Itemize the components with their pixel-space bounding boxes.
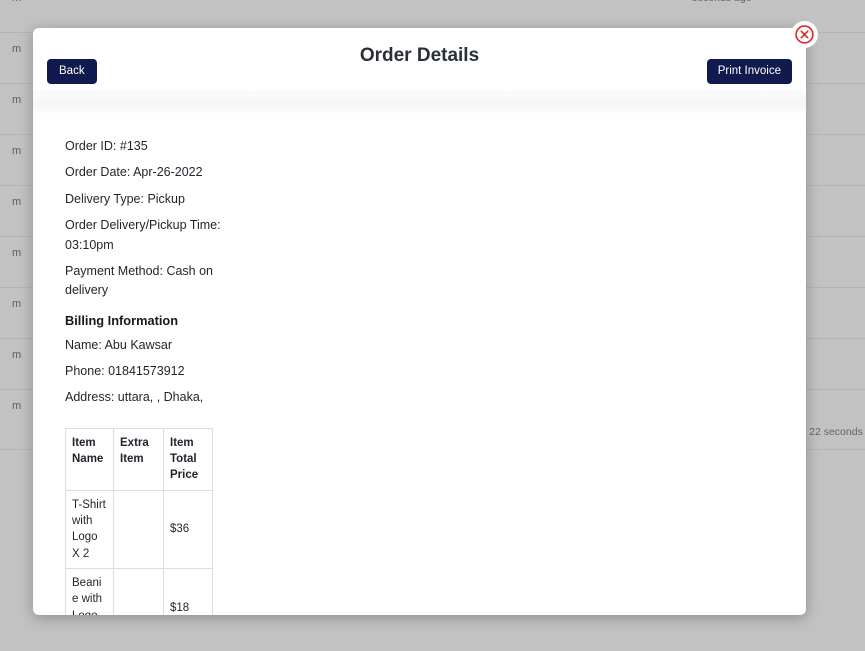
billing-address-line: Address: uttara, , Dhaka, bbox=[65, 388, 255, 407]
order-details-dialog: Order Details Back Print Invoice Order I… bbox=[33, 28, 806, 615]
items-table-header-cell: Item Name bbox=[66, 428, 114, 490]
delivery-type-line: Delivery Type: Pickup bbox=[65, 190, 225, 209]
pickup-time-line: Order Delivery/Pickup Time: 03:10pm bbox=[65, 216, 255, 255]
extra-item-cell bbox=[114, 569, 164, 615]
item-name-cell: T-Shirt with Logo X 2 bbox=[66, 490, 114, 568]
billing-information-heading: Billing Information bbox=[65, 313, 806, 328]
billing-name-line: Name: Abu Kawsar bbox=[65, 336, 225, 355]
order-id-line: Order ID: #135 bbox=[65, 137, 225, 156]
items-table-head: Item NameExtra ItemItem Total Price bbox=[66, 428, 213, 490]
print-invoice-button[interactable]: Print Invoice bbox=[707, 59, 792, 84]
close-circle-icon[interactable] bbox=[793, 23, 816, 46]
close-icon-glyph bbox=[794, 24, 815, 45]
order-items-table: Item NameExtra ItemItem Total Price T-Sh… bbox=[65, 428, 213, 615]
order-date-line: Order Date: Apr-26-2022 bbox=[65, 163, 225, 182]
dialog-body: Order ID: #135 Order Date: Apr-26-2022 D… bbox=[33, 115, 806, 615]
header-divider bbox=[33, 90, 806, 115]
item-name-cell: Beanie with Logo X 1 bbox=[66, 569, 114, 615]
extra-item-cell bbox=[114, 490, 164, 568]
table-row: T-Shirt with Logo X 2 $36 bbox=[66, 490, 213, 568]
table-row: Beanie with Logo X 1 $18 bbox=[66, 569, 213, 615]
back-button[interactable]: Back bbox=[47, 59, 97, 84]
payment-method-line: Payment Method: Cash on delivery bbox=[65, 262, 225, 301]
items-table-header-cell: Item Total Price bbox=[164, 428, 213, 490]
items-table-header-row: Item NameExtra ItemItem Total Price bbox=[66, 428, 213, 490]
dialog-header: Order Details Back Print Invoice bbox=[33, 28, 806, 90]
items-table-header-cell: Extra Item bbox=[114, 428, 164, 490]
items-table-body: T-Shirt with Logo X 2$36Beanie with Logo… bbox=[66, 490, 213, 615]
billing-phone-line: Phone: 01841573912 bbox=[65, 362, 225, 381]
item-total-price-cell: $36 bbox=[164, 490, 213, 568]
page-title: Order Details bbox=[33, 45, 806, 67]
item-total-price-cell: $18 bbox=[164, 569, 213, 615]
